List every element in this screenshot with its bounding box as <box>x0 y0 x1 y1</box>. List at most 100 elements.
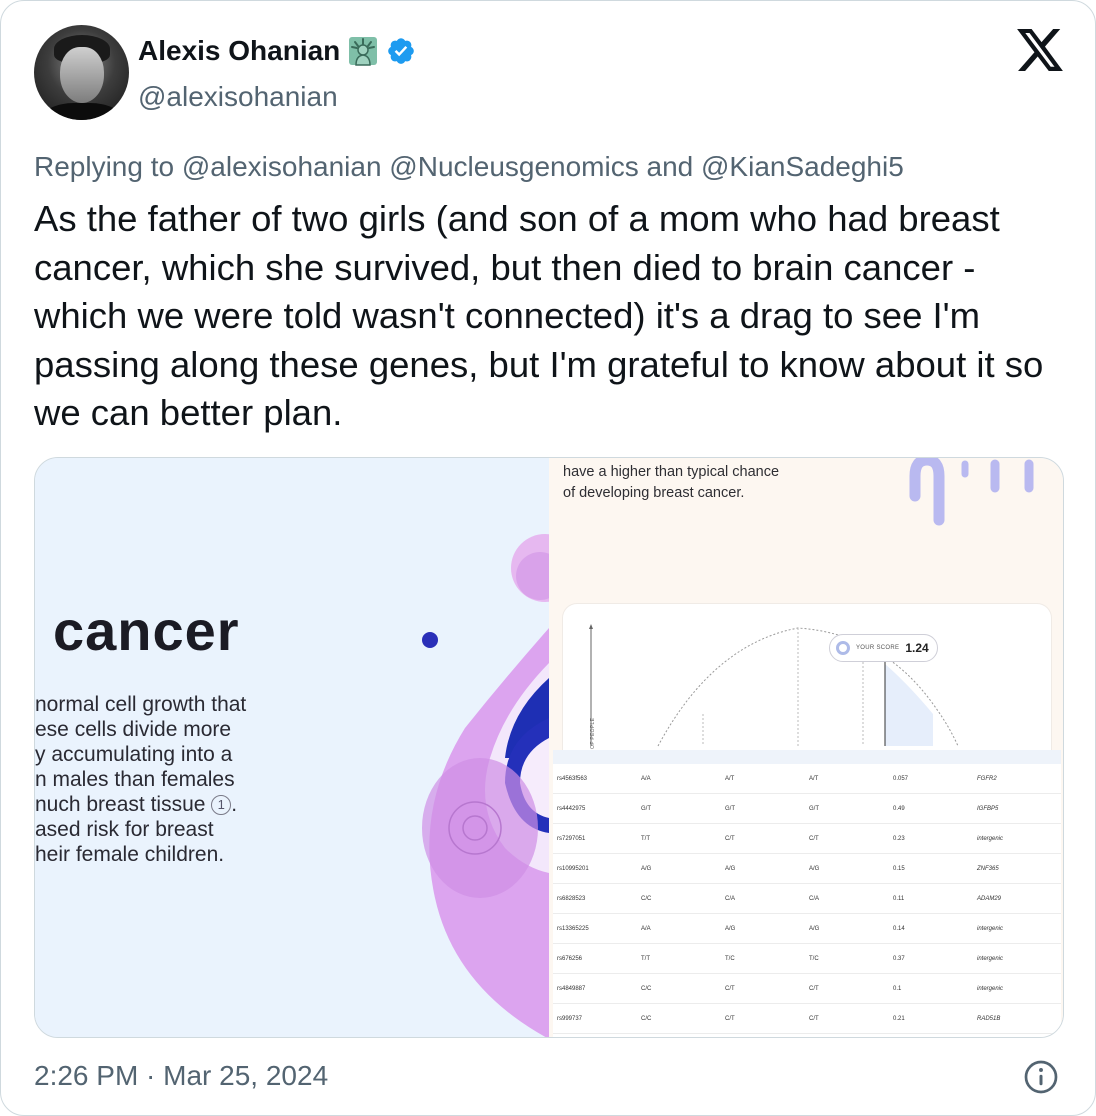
table-row: rs4442975 G/T G/T G/T 0.49 IGFBP5 <box>553 794 1061 824</box>
paragraph-line: y accumulating into a <box>35 743 233 766</box>
table-cell: rs10995201 <box>557 866 589 872</box>
media-attachment[interactable]: cancer normal cell growth that ese cells… <box>34 457 1064 1038</box>
score-value: 1.24 <box>905 641 929 655</box>
avatar-shirt <box>42 103 122 120</box>
decorative-squiggle-icon <box>909 458 1034 526</box>
table-cell: A/T <box>809 776 819 782</box>
table-cell: A/G <box>725 926 736 932</box>
table-cell: 0.1 <box>893 986 902 992</box>
tweet-card: Alexis Ohanian @alexisohanian Replying t… <box>0 0 1096 1116</box>
table-row: rs4563f563 A/A A/T A/T 0.057 FGFR2 <box>553 764 1061 794</box>
tweet-body-text: As the father of two girls (and son of a… <box>34 198 1044 433</box>
info-icon[interactable] <box>1023 1059 1059 1095</box>
table-cell: A/A <box>641 776 651 782</box>
author-display-name[interactable]: Alexis Ohanian <box>138 35 340 67</box>
table-cell: C/T <box>809 836 819 842</box>
avatar[interactable] <box>34 25 129 120</box>
table-cell: T/C <box>725 956 735 962</box>
table-cell: intergenic <box>977 986 1004 992</box>
table-row: rs7297051 T/T C/T C/T 0.23 intergenic <box>553 824 1061 854</box>
table-cell: A/G <box>641 866 652 872</box>
table-cell: rs13365225 <box>557 926 589 932</box>
table-cell: 0.37 <box>893 956 905 962</box>
table-cell: C/A <box>725 896 736 902</box>
media-paragraph: normal cell growth that ese cells divide… <box>35 692 246 867</box>
media-caption: have a higher than typical chance of dev… <box>563 462 779 504</box>
paragraph-line: ese cells divide more <box>35 718 232 741</box>
author-name-row: Alexis Ohanian <box>138 34 416 68</box>
table-cell: 0.21 <box>893 1016 905 1022</box>
table-cell: 0.057 <box>893 776 909 782</box>
table-cell: ZNF365 <box>977 866 999 872</box>
table-cell: C/T <box>725 1016 735 1022</box>
reply-context[interactable]: Replying to @alexisohanian @Nucleusgenom… <box>34 151 904 183</box>
table-cell: C/T <box>725 836 735 842</box>
table-cell: G/T <box>641 806 651 812</box>
paragraph-line: normal cell growth that <box>35 693 247 716</box>
table-cell: C/T <box>725 986 735 992</box>
table-cell: C/T <box>809 1016 819 1022</box>
table-cell: RAD51B <box>977 1016 1001 1022</box>
caption-line: have a higher than typical chance <box>563 464 780 480</box>
x-logo-icon[interactable] <box>1017 29 1063 71</box>
footnote-suffix: . <box>231 793 238 816</box>
table-cell: C/T <box>809 986 819 992</box>
paragraph-line: nuch breast tissue <box>35 793 206 816</box>
table-cell: T/T <box>641 956 650 962</box>
table-cell: A/G <box>809 866 820 872</box>
table-cell: C/C <box>641 896 652 902</box>
table-row: rs6828523 C/C C/A C/A 0.11 ADAM29 <box>553 884 1061 914</box>
caption-line: of developing breast cancer. <box>563 485 745 501</box>
media-image-left: cancer normal cell growth that ese cells… <box>35 458 549 1037</box>
table-cell: 0.23 <box>893 836 905 842</box>
table-row: rs10995201 A/G A/G A/G 0.15 ZNF365 <box>553 854 1061 884</box>
table-cell: A/G <box>725 866 736 872</box>
table-cell: C/A <box>809 896 820 902</box>
table-cell: IGFBP5 <box>977 806 999 812</box>
media-image-right: have a higher than typical chance of dev… <box>549 458 1063 1037</box>
table-cell: A/T <box>725 776 735 782</box>
table-cell: intergenic <box>977 926 1004 932</box>
table-cell: intergenic <box>977 836 1004 842</box>
table-cell: A/A <box>641 926 651 932</box>
table-row: rs676256 T/T T/C T/C 0.37 intergenic <box>553 944 1061 974</box>
table-cell: A/G <box>809 926 820 932</box>
table-cell: 0.14 <box>893 926 905 932</box>
paragraph-line: ased risk for breast <box>35 818 214 841</box>
table-cell: rs4563f563 <box>557 776 588 782</box>
table-row: rs999737 C/C C/T C/T 0.21 RAD51B <box>553 1004 1061 1034</box>
statue-of-liberty-icon <box>349 37 378 66</box>
paragraph-line: n males than females <box>35 768 235 791</box>
table-cell: rs4442975 <box>557 806 586 812</box>
table-cell: rs4849887 <box>557 986 586 992</box>
table-cell: rs7297051 <box>557 836 586 842</box>
avatar-face <box>60 47 104 103</box>
table-cell: rs999737 <box>557 1016 583 1022</box>
table-cell: FGFR2 <box>977 776 997 782</box>
your-score-badge: YOUR SCORE 1.24 <box>829 634 938 662</box>
table-cell: C/C <box>641 1016 652 1022</box>
verified-badge-icon[interactable] <box>386 36 416 66</box>
paragraph-line: heir female children. <box>35 843 225 866</box>
table-cell: T/T <box>641 836 650 842</box>
author-handle[interactable]: @alexisohanian <box>138 81 338 113</box>
table-cell: 0.15 <box>893 866 905 872</box>
table-cell: T/C <box>809 956 819 962</box>
tweet-timestamp[interactable]: 2:26 PM · Mar 25, 2024 <box>34 1060 328 1092</box>
table-row: rs13365225 A/A A/G A/G 0.14 intergenic <box>553 914 1061 944</box>
table-row: rs4849887 C/C C/T C/T 0.1 intergenic <box>553 974 1061 1004</box>
table-cell: rs6828523 <box>557 896 586 902</box>
table-cell: G/T <box>725 806 735 812</box>
table-cell: 0.11 <box>893 896 905 902</box>
table-cell: G/T <box>809 806 819 812</box>
score-label: YOUR SCORE <box>856 645 900 651</box>
table-cell: ADAM29 <box>977 896 1002 902</box>
media-heading: cancer <box>53 599 240 662</box>
footnote-marker: 1 <box>211 795 232 815</box>
genotype-table: rs4563f563 A/A A/T A/T 0.057 FGFR2 rs4442975 G/… <box>553 750 1061 1037</box>
table-cell: 0.49 <box>893 806 905 812</box>
table-cell: rs676256 <box>557 956 583 962</box>
score-dot-icon <box>836 641 850 655</box>
table-cell: intergenic <box>977 956 1004 962</box>
table-cell: C/C <box>641 986 652 992</box>
